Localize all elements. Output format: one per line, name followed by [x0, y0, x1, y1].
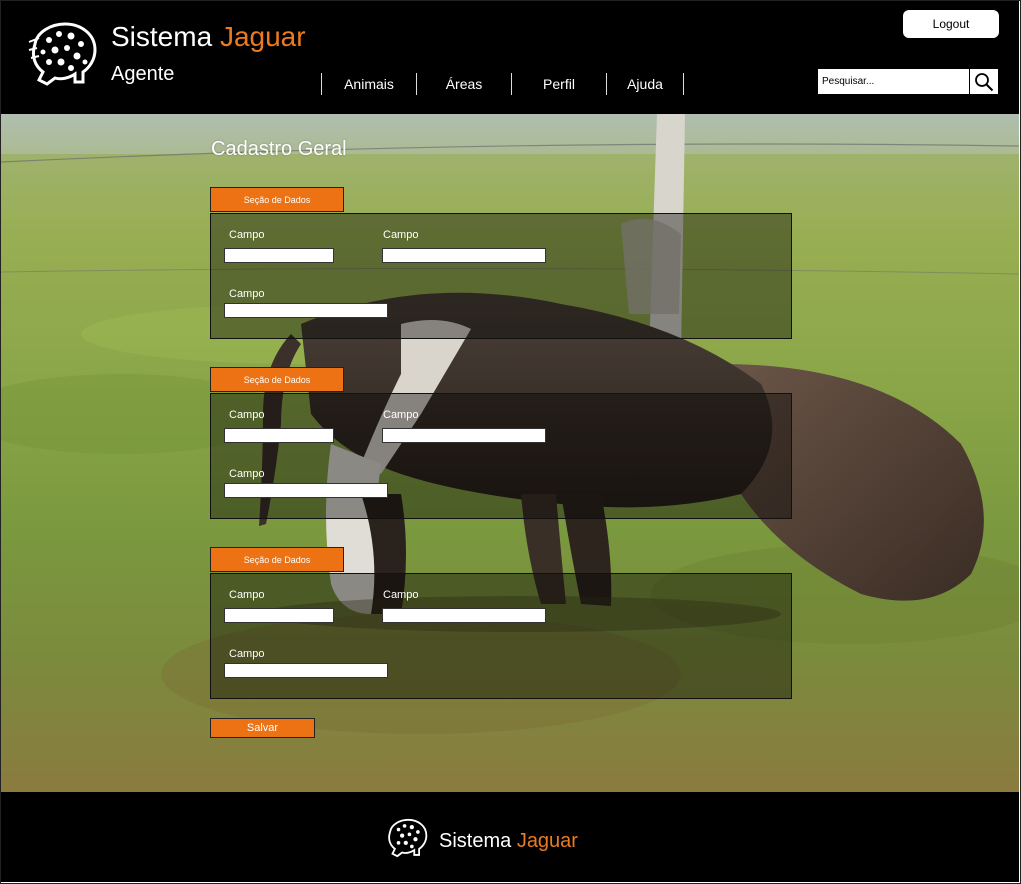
field-label: Campo [229, 288, 265, 300]
field-label: Campo [383, 409, 419, 421]
section-panel-3: Campo Campo Campo [210, 573, 792, 699]
search-button[interactable] [969, 69, 998, 94]
page-title: Cadastro Geral [211, 138, 347, 160]
footer-brand-accent: Jaguar [516, 830, 578, 852]
field-label: Campo [229, 409, 265, 421]
field-label: Campo [229, 589, 265, 601]
search-input[interactable] [820, 71, 972, 92]
section-panel-2: Campo Campo Campo [210, 393, 792, 519]
field-label: Campo [229, 229, 265, 241]
logout-button[interactable]: Logout [903, 10, 999, 38]
field-input[interactable] [224, 303, 388, 318]
section-panel-1: Campo Campo Campo [210, 213, 792, 339]
nav-item-perfil[interactable]: Perfil [511, 73, 606, 95]
field-label: Campo [383, 589, 419, 601]
field-input[interactable] [224, 608, 334, 623]
field-input[interactable] [224, 663, 388, 678]
field-input[interactable] [382, 428, 546, 443]
nav-item-animais[interactable]: Animais [321, 73, 416, 95]
footer: Sistema Jaguar [1, 792, 1019, 882]
nav-item-ajuda[interactable]: Ajuda [606, 73, 684, 95]
section-tab-2[interactable]: Seção de Dados [210, 367, 344, 392]
brand-title: Sistema Jaguar [111, 21, 306, 53]
header: Sistema Jaguar Agente Logout Animais Áre… [1, 1, 1019, 114]
brand-accent: Jaguar [219, 21, 306, 52]
field-label: Campo [229, 468, 265, 480]
search-box [817, 68, 999, 95]
field-label: Campo [229, 648, 265, 660]
section-tab-1[interactable]: Seção de Dados [210, 187, 344, 212]
footer-brand-prefix: Sistema [439, 830, 512, 852]
jaguar-logo-icon [388, 818, 428, 858]
field-label: Campo [383, 229, 419, 241]
save-button[interactable]: Salvar [210, 718, 315, 738]
brand-prefix: Sistema [111, 21, 213, 52]
field-input[interactable] [224, 428, 334, 443]
section-tab-3[interactable]: Seção de Dados [210, 547, 344, 572]
nav-item-areas[interactable]: Áreas [416, 73, 511, 95]
field-input[interactable] [382, 608, 546, 623]
main-nav: Animais Áreas Perfil Ajuda [321, 73, 684, 97]
brand-subtitle: Agente [111, 63, 175, 85]
field-input[interactable] [382, 248, 546, 263]
search-icon [975, 72, 994, 91]
footer-brand: Sistema Jaguar [439, 830, 578, 853]
field-input[interactable] [224, 483, 388, 498]
field-input[interactable] [224, 248, 334, 263]
jaguar-logo-icon [28, 22, 97, 86]
